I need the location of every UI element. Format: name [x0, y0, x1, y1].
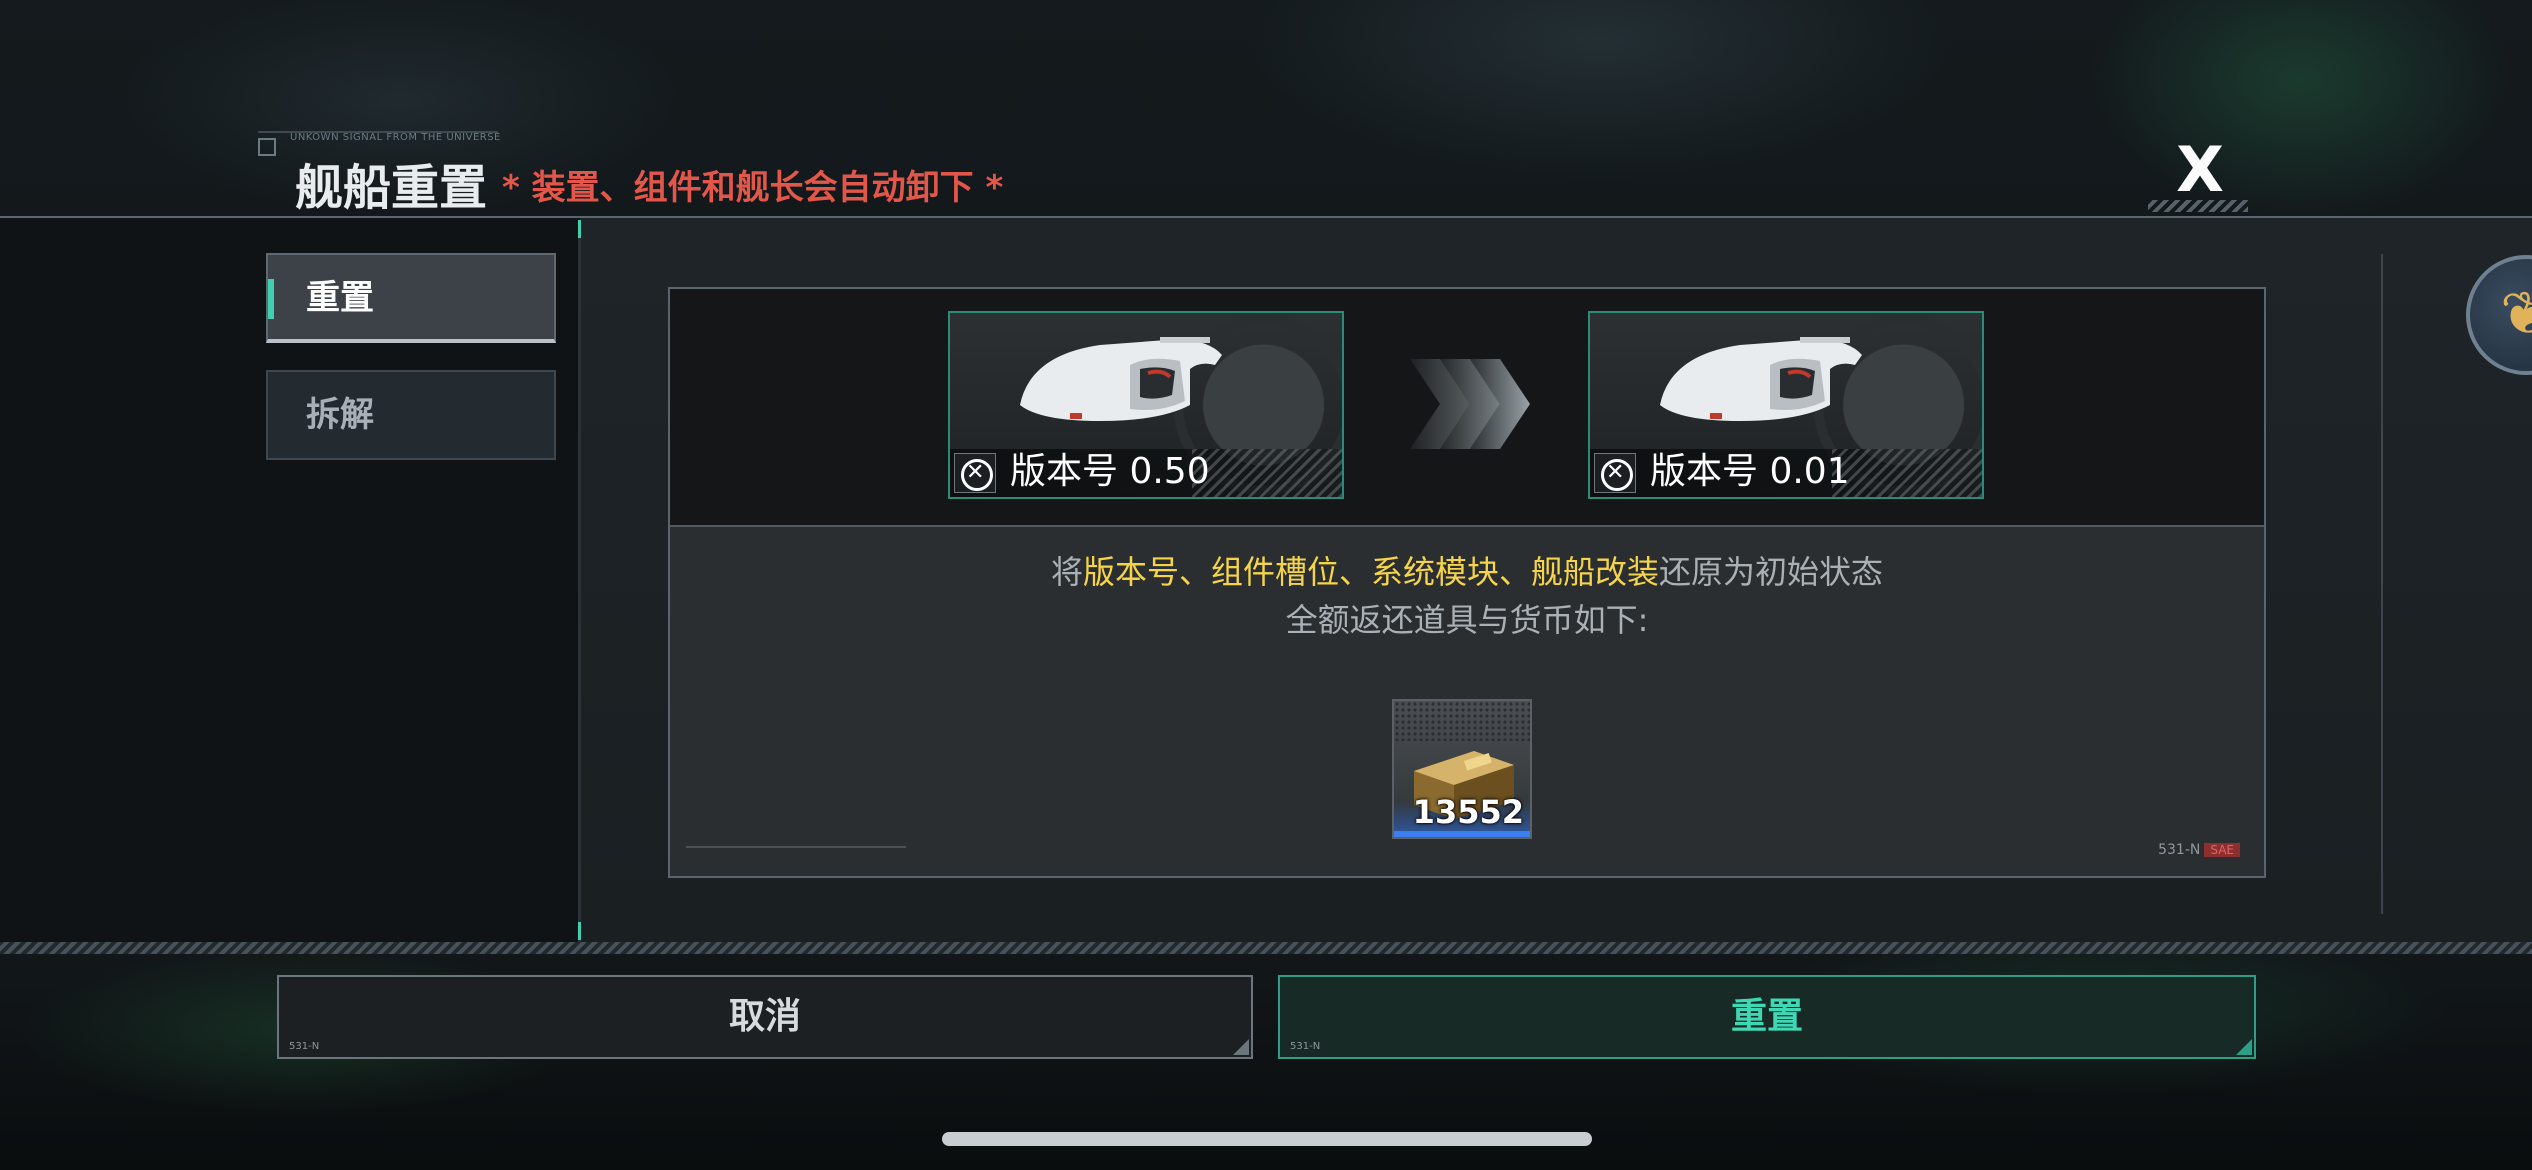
sidebar-divider	[578, 220, 581, 944]
close-stripe-decoration	[2148, 200, 2248, 212]
cancel-button[interactable]: 取消 531-N	[277, 975, 1253, 1059]
header-tag: UNKOWN SIGNAL FROM THE UNIVERSE	[290, 132, 501, 143]
label-stripe-decoration	[1832, 449, 1982, 497]
tab-dismantle[interactable]: 拆解	[266, 370, 556, 460]
button-code: 531-N	[1290, 1041, 1321, 1052]
sidebar-accent-top	[578, 220, 581, 238]
desc-prefix: 将	[1050, 553, 1083, 591]
page-title: 舰船重置	[295, 160, 488, 216]
tab-dismantle-label: 拆解	[306, 395, 374, 435]
reset-button-label: 重置	[1730, 996, 1803, 1037]
cancel-button-label: 取消	[728, 996, 801, 1037]
close-icon: X	[2176, 133, 2224, 206]
tab-reset[interactable]: 重置	[266, 253, 556, 343]
footer-line-decoration	[686, 846, 906, 852]
side-bracket-decoration	[2375, 254, 2383, 914]
item-count: 13552	[1412, 793, 1524, 831]
ship-image	[1020, 337, 1222, 421]
button-corner-decoration	[1233, 1039, 1249, 1055]
panel-code-text: 531-N	[2158, 842, 2201, 858]
refund-item[interactable]: 13552	[1392, 699, 1532, 839]
desc-highlight: 版本号、组件槽位、系统模块、舰船改装	[1082, 553, 1659, 591]
desc-suffix: 还原为初始状态	[1659, 553, 1884, 591]
ship-image	[1660, 337, 1862, 421]
item-rarity-bar	[1394, 831, 1530, 837]
ship-comparison-strip: 版本号 0.50	[670, 289, 2264, 527]
warning-text: * 装置、组件和舰长会自动卸下 *	[502, 168, 1004, 208]
close-button[interactable]: X	[2165, 139, 2235, 201]
bird-icon: ❦	[2500, 279, 2532, 349]
panel-code-tag: SAE	[2204, 843, 2240, 857]
reset-content-panel: 版本号 0.50	[668, 287, 2266, 878]
panel-code: 531-N SAE	[2158, 842, 2240, 858]
ship-card-after: 版本号 0.01	[1588, 311, 1984, 499]
button-code: 531-N	[289, 1041, 320, 1052]
chevron-right-icon	[1410, 359, 1530, 449]
ship-card-before: 版本号 0.50	[948, 311, 1344, 499]
sidebar-accent-bottom	[578, 922, 581, 940]
reset-button[interactable]: 重置 531-N	[1278, 975, 2256, 1059]
bottom-stripe-divider	[0, 942, 2532, 954]
target-icon	[1594, 453, 1636, 493]
crosshair-icon	[258, 138, 276, 156]
version-before: 版本号 0.50	[1010, 451, 1210, 492]
refund-description: 全额返还道具与货币如下:	[1285, 601, 1649, 639]
button-corner-decoration	[2236, 1039, 2252, 1055]
label-stripe-decoration	[1192, 449, 1342, 497]
target-icon	[954, 453, 996, 493]
version-after: 版本号 0.01	[1650, 451, 1850, 492]
reset-description: 将版本号、组件槽位、系统模块、舰船改装还原为初始状态	[670, 547, 2264, 593]
tab-reset-label: 重置	[306, 278, 374, 318]
home-indicator[interactable]	[942, 1132, 1592, 1146]
